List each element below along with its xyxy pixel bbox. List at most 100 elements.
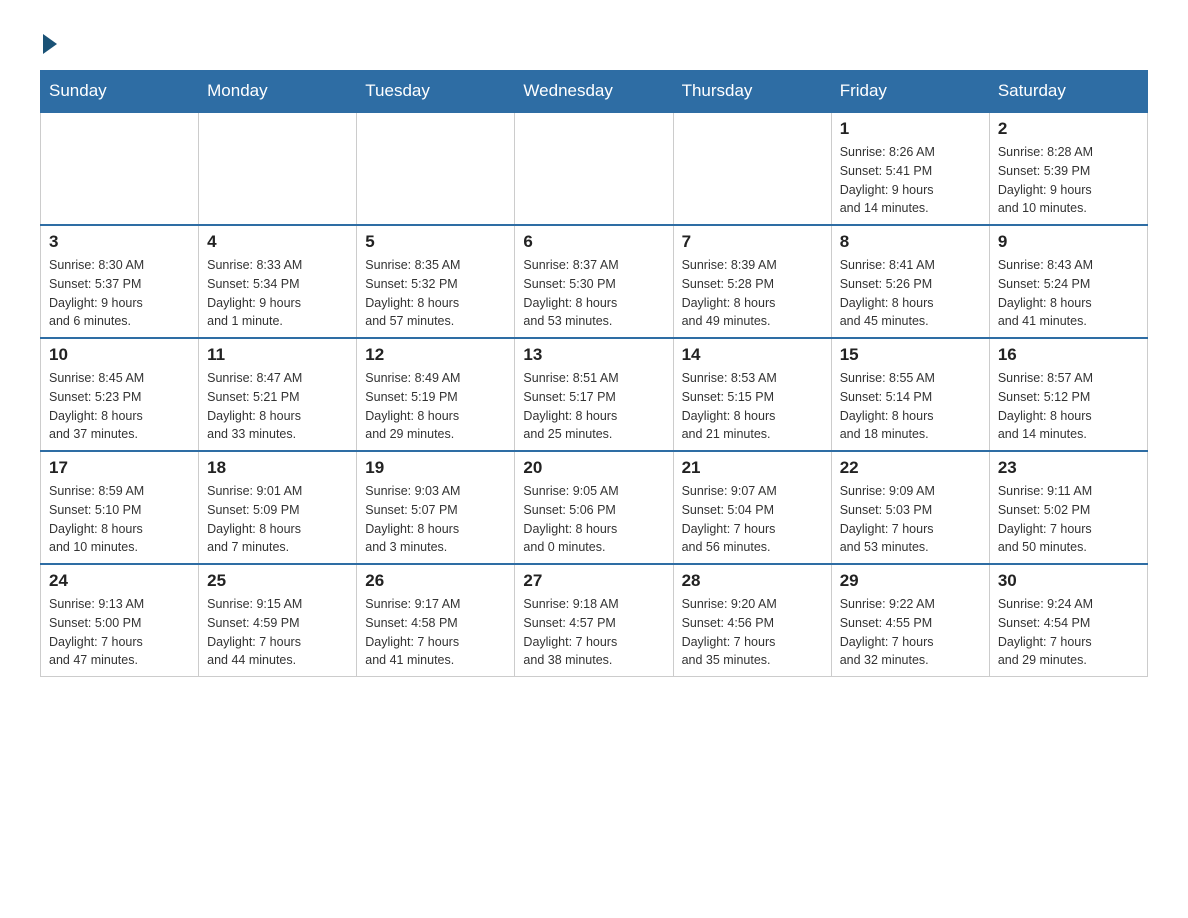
day-number: 30 bbox=[998, 571, 1139, 591]
calendar-cell: 12 Sunrise: 8:49 AM Sunset: 5:19 PM Dayli… bbox=[357, 338, 515, 451]
calendar-header-row: SundayMondayTuesdayWednesdayThursdayFrid… bbox=[41, 71, 1148, 113]
day-number: 16 bbox=[998, 345, 1139, 365]
page-header bbox=[40, 30, 1148, 50]
day-info: Sunrise: 9:15 AM Sunset: 4:59 PM Dayligh… bbox=[207, 595, 348, 670]
calendar-cell: 10 Sunrise: 8:45 AM Sunset: 5:23 PM Dayli… bbox=[41, 338, 199, 451]
day-info: Sunrise: 8:28 AM Sunset: 5:39 PM Dayligh… bbox=[998, 143, 1139, 218]
calendar-cell: 5Sunrise: 8:35 AM Sunset: 5:32 PM Daylig… bbox=[357, 225, 515, 338]
calendar-cell: 16 Sunrise: 8:57 AM Sunset: 5:12 PM Dayli… bbox=[989, 338, 1147, 451]
day-number: 24 bbox=[49, 571, 190, 591]
calendar-week-row: 17 Sunrise: 8:59 AM Sunset: 5:10 PM Dayli… bbox=[41, 451, 1148, 564]
day-info: Sunrise: 9:05 AM Sunset: 5:06 PM Dayligh… bbox=[523, 482, 664, 557]
day-info: Sunrise: 9:07 AM Sunset: 5:04 PM Dayligh… bbox=[682, 482, 823, 557]
day-of-week-header: Thursday bbox=[673, 71, 831, 113]
day-info: Sunrise: 9:11 AM Sunset: 5:02 PM Dayligh… bbox=[998, 482, 1139, 557]
day-number: 22 bbox=[840, 458, 981, 478]
calendar-table: SundayMondayTuesdayWednesdayThursdayFrid… bbox=[40, 70, 1148, 677]
calendar-cell: 13 Sunrise: 8:51 AM Sunset: 5:17 PM Dayli… bbox=[515, 338, 673, 451]
day-info: Sunrise: 8:35 AM Sunset: 5:32 PM Dayligh… bbox=[365, 256, 506, 331]
calendar-cell: 11 Sunrise: 8:47 AM Sunset: 5:21 PM Dayli… bbox=[199, 338, 357, 451]
day-number: 23 bbox=[998, 458, 1139, 478]
day-of-week-header: Friday bbox=[831, 71, 989, 113]
day-of-week-header: Sunday bbox=[41, 71, 199, 113]
day-info: Sunrise: 8:47 AM Sunset: 5:21 PM Dayligh… bbox=[207, 369, 348, 444]
day-info: Sunrise: 8:39 AM Sunset: 5:28 PM Dayligh… bbox=[682, 256, 823, 331]
calendar-cell: 1Sunrise: 8:26 AM Sunset: 5:41 PM Daylig… bbox=[831, 112, 989, 225]
day-number: 18 bbox=[207, 458, 348, 478]
day-info: Sunrise: 8:57 AM Sunset: 5:12 PM Dayligh… bbox=[998, 369, 1139, 444]
day-number: 4 bbox=[207, 232, 348, 252]
calendar-cell: 6Sunrise: 8:37 AM Sunset: 5:30 PM Daylig… bbox=[515, 225, 673, 338]
day-info: Sunrise: 9:24 AM Sunset: 4:54 PM Dayligh… bbox=[998, 595, 1139, 670]
calendar-cell: 27 Sunrise: 9:18 AM Sunset: 4:57 PM Dayli… bbox=[515, 564, 673, 677]
calendar-cell: 21 Sunrise: 9:07 AM Sunset: 5:04 PM Dayli… bbox=[673, 451, 831, 564]
calendar-cell: 18 Sunrise: 9:01 AM Sunset: 5:09 PM Dayli… bbox=[199, 451, 357, 564]
calendar-cell bbox=[41, 112, 199, 225]
calendar-cell: 23 Sunrise: 9:11 AM Sunset: 5:02 PM Dayli… bbox=[989, 451, 1147, 564]
calendar-cell: 2 Sunrise: 8:28 AM Sunset: 5:39 PM Daylig… bbox=[989, 112, 1147, 225]
day-number: 2 bbox=[998, 119, 1139, 139]
day-number: 9 bbox=[998, 232, 1139, 252]
day-number: 25 bbox=[207, 571, 348, 591]
logo bbox=[40, 30, 57, 50]
calendar-cell: 15 Sunrise: 8:55 AM Sunset: 5:14 PM Dayli… bbox=[831, 338, 989, 451]
day-info: Sunrise: 9:18 AM Sunset: 4:57 PM Dayligh… bbox=[523, 595, 664, 670]
calendar-cell: 22 Sunrise: 9:09 AM Sunset: 5:03 PM Dayli… bbox=[831, 451, 989, 564]
day-number: 21 bbox=[682, 458, 823, 478]
day-info: Sunrise: 8:55 AM Sunset: 5:14 PM Dayligh… bbox=[840, 369, 981, 444]
day-number: 27 bbox=[523, 571, 664, 591]
day-number: 19 bbox=[365, 458, 506, 478]
calendar-cell: 25 Sunrise: 9:15 AM Sunset: 4:59 PM Dayli… bbox=[199, 564, 357, 677]
day-info: Sunrise: 8:45 AM Sunset: 5:23 PM Dayligh… bbox=[49, 369, 190, 444]
day-info: Sunrise: 8:37 AM Sunset: 5:30 PM Dayligh… bbox=[523, 256, 664, 331]
day-number: 20 bbox=[523, 458, 664, 478]
day-number: 15 bbox=[840, 345, 981, 365]
day-info: Sunrise: 8:59 AM Sunset: 5:10 PM Dayligh… bbox=[49, 482, 190, 557]
calendar-cell: 17 Sunrise: 8:59 AM Sunset: 5:10 PM Dayli… bbox=[41, 451, 199, 564]
day-info: Sunrise: 9:22 AM Sunset: 4:55 PM Dayligh… bbox=[840, 595, 981, 670]
calendar-cell: 29 Sunrise: 9:22 AM Sunset: 4:55 PM Dayli… bbox=[831, 564, 989, 677]
calendar-cell: 28 Sunrise: 9:20 AM Sunset: 4:56 PM Dayli… bbox=[673, 564, 831, 677]
day-info: Sunrise: 8:41 AM Sunset: 5:26 PM Dayligh… bbox=[840, 256, 981, 331]
day-of-week-header: Monday bbox=[199, 71, 357, 113]
day-info: Sunrise: 8:49 AM Sunset: 5:19 PM Dayligh… bbox=[365, 369, 506, 444]
day-info: Sunrise: 8:53 AM Sunset: 5:15 PM Dayligh… bbox=[682, 369, 823, 444]
calendar-cell: 9 Sunrise: 8:43 AM Sunset: 5:24 PM Daylig… bbox=[989, 225, 1147, 338]
day-number: 12 bbox=[365, 345, 506, 365]
day-info: Sunrise: 8:43 AM Sunset: 5:24 PM Dayligh… bbox=[998, 256, 1139, 331]
calendar-cell bbox=[673, 112, 831, 225]
calendar-cell bbox=[515, 112, 673, 225]
day-of-week-header: Wednesday bbox=[515, 71, 673, 113]
day-of-week-header: Saturday bbox=[989, 71, 1147, 113]
day-info: Sunrise: 9:03 AM Sunset: 5:07 PM Dayligh… bbox=[365, 482, 506, 557]
calendar-week-row: 24 Sunrise: 9:13 AM Sunset: 5:00 PM Dayli… bbox=[41, 564, 1148, 677]
calendar-cell: 14 Sunrise: 8:53 AM Sunset: 5:15 PM Dayli… bbox=[673, 338, 831, 451]
calendar-cell: 26Sunrise: 9:17 AM Sunset: 4:58 PM Dayli… bbox=[357, 564, 515, 677]
calendar-cell: 3Sunrise: 8:30 AM Sunset: 5:37 PM Daylig… bbox=[41, 225, 199, 338]
day-number: 28 bbox=[682, 571, 823, 591]
day-info: Sunrise: 9:01 AM Sunset: 5:09 PM Dayligh… bbox=[207, 482, 348, 557]
day-number: 29 bbox=[840, 571, 981, 591]
calendar-week-row: 3Sunrise: 8:30 AM Sunset: 5:37 PM Daylig… bbox=[41, 225, 1148, 338]
day-info: Sunrise: 9:09 AM Sunset: 5:03 PM Dayligh… bbox=[840, 482, 981, 557]
calendar-cell: 19 Sunrise: 9:03 AM Sunset: 5:07 PM Dayli… bbox=[357, 451, 515, 564]
day-number: 14 bbox=[682, 345, 823, 365]
day-info: Sunrise: 8:33 AM Sunset: 5:34 PM Dayligh… bbox=[207, 256, 348, 331]
calendar-cell: 8Sunrise: 8:41 AM Sunset: 5:26 PM Daylig… bbox=[831, 225, 989, 338]
day-of-week-header: Tuesday bbox=[357, 71, 515, 113]
calendar-cell: 20 Sunrise: 9:05 AM Sunset: 5:06 PM Dayli… bbox=[515, 451, 673, 564]
calendar-cell: 30 Sunrise: 9:24 AM Sunset: 4:54 PM Dayli… bbox=[989, 564, 1147, 677]
day-info: Sunrise: 8:26 AM Sunset: 5:41 PM Dayligh… bbox=[840, 143, 981, 218]
day-info: Sunrise: 9:13 AM Sunset: 5:00 PM Dayligh… bbox=[49, 595, 190, 670]
day-info: Sunrise: 9:20 AM Sunset: 4:56 PM Dayligh… bbox=[682, 595, 823, 670]
day-number: 11 bbox=[207, 345, 348, 365]
calendar-cell bbox=[357, 112, 515, 225]
day-number: 13 bbox=[523, 345, 664, 365]
logo-arrow-icon bbox=[43, 34, 57, 54]
calendar-cell: 7Sunrise: 8:39 AM Sunset: 5:28 PM Daylig… bbox=[673, 225, 831, 338]
calendar-cell bbox=[199, 112, 357, 225]
calendar-week-row: 1Sunrise: 8:26 AM Sunset: 5:41 PM Daylig… bbox=[41, 112, 1148, 225]
day-number: 10 bbox=[49, 345, 190, 365]
day-number: 17 bbox=[49, 458, 190, 478]
day-info: Sunrise: 8:51 AM Sunset: 5:17 PM Dayligh… bbox=[523, 369, 664, 444]
